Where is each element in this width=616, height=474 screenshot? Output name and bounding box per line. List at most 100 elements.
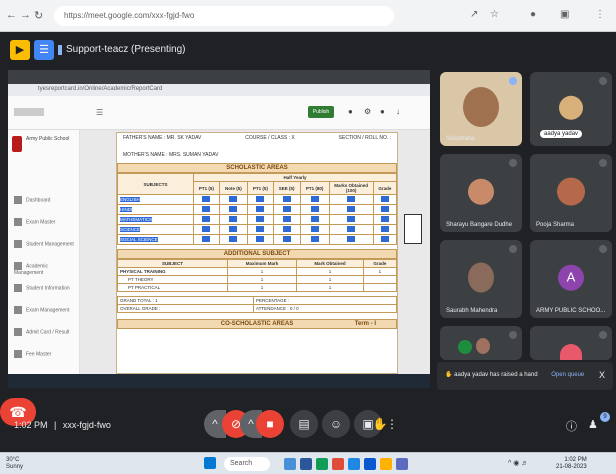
app-icon[interactable]	[348, 458, 360, 470]
sidebar-item-fee-master: Fee Master	[14, 350, 78, 362]
meet-logo-icon: ▶	[10, 40, 30, 60]
col-header: Grade	[372, 181, 397, 195]
weather-temp: 30°C	[6, 457, 20, 463]
totals-table: GRAND TOTAL : 1 PERCENTAGE : OVERALL GRA…	[117, 296, 397, 313]
mic-off-icon	[599, 159, 607, 167]
weather-widget[interactable]: 30°C Sunny	[6, 457, 23, 471]
camera-off-icon[interactable]: ■	[256, 410, 284, 438]
father-name: FATHER'S NAME : MR. SK YADAV	[123, 135, 202, 141]
participant-name: Pooja Sharma	[536, 222, 575, 228]
clock-time: 1:02 PM	[564, 457, 587, 463]
reload-icon[interactable]: ↻	[34, 9, 43, 22]
participant-name: aadya yadav	[540, 130, 583, 138]
participant-tile[interactable]: A ARMY PUBLIC SCHOO...	[530, 240, 612, 318]
taskbar-clock[interactable]: 1:02 PM 21-08-2023	[556, 457, 587, 471]
subjects-header: SUBJECTS	[117, 173, 194, 195]
col-header: Marks Obtained (100)	[328, 181, 374, 195]
participant-tile[interactable]	[530, 326, 612, 360]
calendar-icon	[14, 306, 22, 314]
subject-name: HINDI	[120, 207, 133, 212]
extensions-icon[interactable]: ▣	[560, 9, 569, 20]
grand-total: GRAND TOTAL : 1	[117, 296, 254, 305]
info-icon[interactable]: ⓘ	[566, 418, 577, 434]
participant-tile[interactable]: Saurabh Mahendra	[440, 240, 522, 318]
sidebar-item-exam-management: Exam Management	[14, 306, 78, 318]
forward-icon[interactable]: →	[20, 9, 31, 21]
col-header: Grade	[362, 259, 397, 268]
half-yearly-header: Half Yearly	[193, 173, 397, 182]
browser-chrome: ← → ↻ https://meet.google.com/xxx-fgjd-f…	[0, 0, 616, 32]
more-icon[interactable]: ⋮	[386, 410, 398, 438]
co-scholastic-band: CO-SCHOLASTIC AREAS Term - I	[117, 319, 397, 329]
windows-start-icon[interactable]	[204, 457, 216, 469]
participant-name: Saurabh Mahendra	[446, 308, 498, 314]
attendance: ATTENDANCE : 0 / 0	[253, 304, 397, 313]
table-row: PT PRACTICAL 1 1	[117, 283, 397, 292]
info-icon	[14, 284, 22, 292]
file-explorer-icon[interactable]	[300, 458, 312, 470]
captions-icon[interactable]: ▤	[290, 410, 318, 438]
exam-icon	[14, 218, 22, 226]
subject-name: SCIENCE	[120, 227, 141, 232]
taskbar-search[interactable]: Search	[224, 457, 270, 471]
academic-icon	[14, 262, 22, 270]
app-icon[interactable]	[380, 458, 392, 470]
sidebar-item-student-info: Student Information	[14, 284, 78, 296]
inner-tab-strip	[8, 70, 430, 84]
fee-icon	[14, 350, 22, 358]
people-icon[interactable]: ♟	[588, 418, 598, 431]
additional-table: SUBJECT Maximum Mark Mark Obtained Grade…	[117, 259, 397, 292]
term-label: Term - I	[354, 321, 376, 327]
hand-icon: ✋	[445, 372, 453, 378]
participant-avatar	[468, 178, 494, 205]
sidebar-item-admit-card: Admit Card / Result	[14, 328, 78, 340]
address-bar[interactable]: https://meet.google.com/xxx-fgjd-fwo	[54, 6, 394, 26]
open-queue-link[interactable]: Open queue	[551, 372, 584, 378]
table-row: PT THEORY 1 1	[117, 275, 397, 284]
task-view-icon[interactable]	[284, 458, 296, 470]
table-row: SOCIAL SCIENCE	[117, 234, 397, 245]
participant-tile[interactable]: aadya yadav	[530, 72, 612, 146]
system-tray-icons[interactable]: ^ ◉ ♬	[508, 459, 528, 467]
section-line: SECTION / ROLL NO. :	[338, 135, 391, 141]
weather-desc: Sunny	[6, 464, 24, 470]
mic-off-icon	[599, 331, 607, 339]
participant-avatar	[560, 344, 582, 360]
meeting-info: 1:02 PM | xxx-fgjd-fwo	[14, 420, 111, 430]
chrome-icon[interactable]	[332, 458, 344, 470]
menu-icon[interactable]: ⋮	[595, 9, 605, 20]
sidebar-item-academic: Academic Management	[14, 262, 48, 276]
star-icon[interactable]: ☆	[490, 9, 499, 20]
participant-tile[interactable]	[440, 326, 522, 360]
participant-count-badge: 9	[600, 412, 610, 422]
school-name: Army Public School	[26, 136, 70, 142]
profile-icon[interactable]: ●	[530, 9, 536, 20]
share-icon[interactable]: ↗	[470, 9, 478, 20]
participant-tile[interactable]: Sharayu Bangare Dudhe	[440, 154, 522, 232]
user-icon: ●	[380, 107, 385, 116]
table-row: GRAND TOTAL : 1 PERCENTAGE :	[117, 296, 397, 305]
col-header: PT1 (5)	[246, 181, 274, 195]
docs-icon: ☰	[34, 40, 54, 60]
scholastic-band: SCHOLASTIC AREAS	[117, 163, 397, 173]
windows-taskbar: 30°C Sunny Search ^ ◉ ♬ 1:02 PM 21-08-20…	[0, 452, 616, 474]
toast-text: aadya yadav has raised a hand	[454, 372, 538, 378]
close-icon[interactable]: X	[599, 370, 605, 380]
meet-controls: 1:02 PM | xxx-fgjd-fwo ^ ⊘ ^ ■ ▤ ☺ ▣ ✋ ⋮…	[0, 398, 616, 452]
app-icon[interactable]	[396, 458, 408, 470]
mic-off-icon	[509, 331, 517, 339]
emoji-icon[interactable]: ☺	[322, 410, 350, 438]
back-icon[interactable]: ←	[6, 9, 17, 21]
col-header: SUBJECT	[117, 259, 228, 268]
document-area: FATHER'S NAME : MR. SK YADAV COURSE / CL…	[80, 130, 430, 374]
edge-icon[interactable]	[316, 458, 328, 470]
participant-tile[interactable]: Sulochana	[440, 72, 522, 146]
sidebar-item-exam-master: Exam Master	[14, 218, 78, 230]
app-icon[interactable]	[364, 458, 376, 470]
report-card: FATHER'S NAME : MR. SK YADAV COURSE / CL…	[116, 132, 398, 374]
meet-top-bar: ▶ ☰ Support-teacz (Presenting)	[0, 32, 616, 70]
hamburger-icon: ☰	[96, 108, 104, 117]
mic-off-icon	[599, 77, 607, 85]
participant-tile[interactable]: Pooja Sharma	[530, 154, 612, 232]
percentage: PERCENTAGE :	[253, 296, 397, 305]
